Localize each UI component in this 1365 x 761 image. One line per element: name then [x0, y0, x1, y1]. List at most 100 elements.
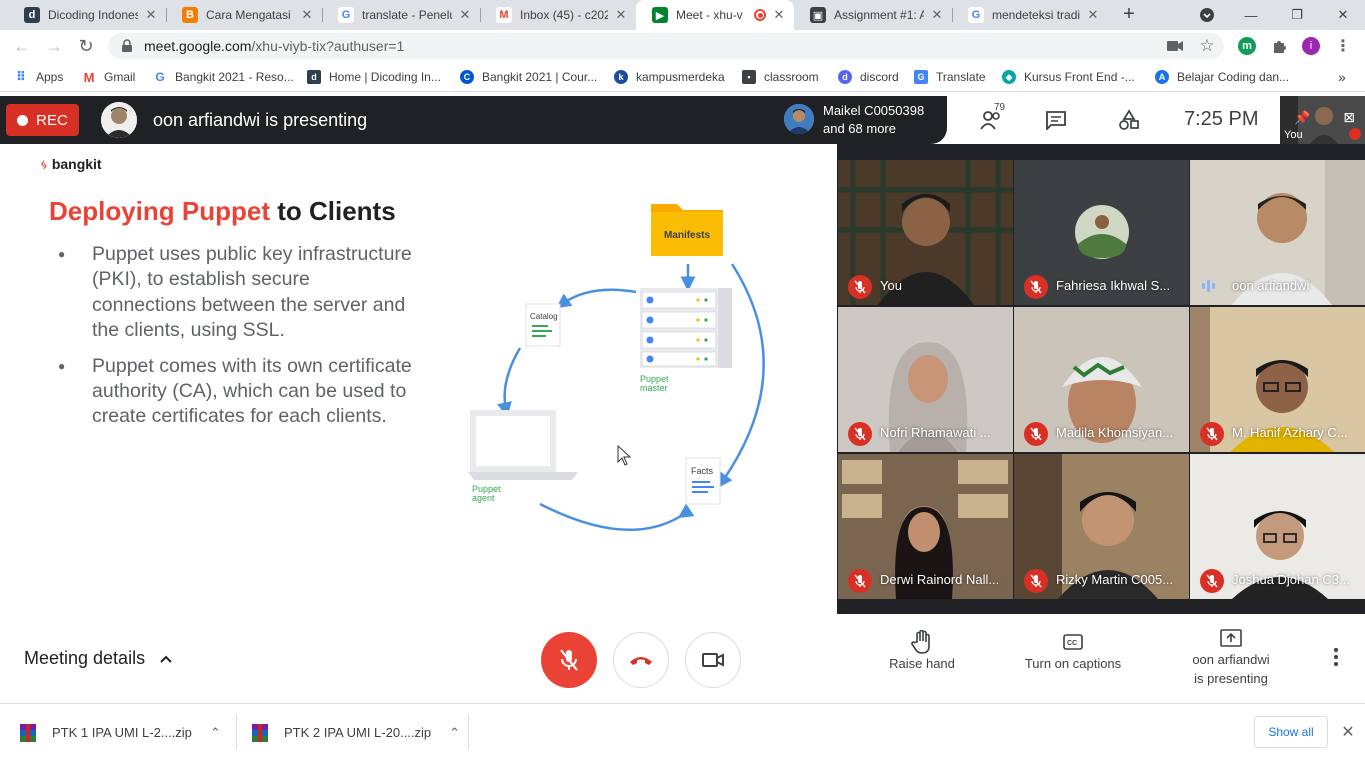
participant-tile[interactable]: oon arfiandwi: [1190, 160, 1365, 305]
arrow-master-to-catalog: [555, 288, 637, 309]
chat-button[interactable]: [1043, 108, 1069, 132]
presentation-button[interactable]: oon arfiandwi is presenting: [1180, 624, 1282, 686]
bookmark-bangkit-resources[interactable]: G Bangkit 2021 - Reso...: [153, 68, 293, 86]
participant-tile[interactable]: Derwi Rainord Nall...: [838, 454, 1013, 599]
leave-call-button[interactable]: [613, 632, 669, 688]
agent-label-2: agent: [472, 493, 495, 503]
microphone-toggle-button[interactable]: [541, 632, 597, 688]
participants-chip[interactable]: Maikel C0050398 and 68 more: [776, 96, 947, 144]
participant-name: M. Hanif Azhary C...: [1232, 425, 1348, 440]
captions-button[interactable]: CC Turn on captions: [1016, 628, 1130, 671]
browser-tab[interactable]: ▣ Assignment #1: A ✕: [794, 0, 952, 30]
puppet-agent-laptop-icon: Puppet agent: [468, 410, 578, 503]
master-label-2: master: [640, 383, 668, 393]
apps-grid-icon: ⠿: [15, 69, 27, 84]
bookmark-coding-course[interactable]: A Belajar Coding dan...: [1155, 68, 1289, 86]
hide-self-icon[interactable]: ⊠: [1343, 109, 1355, 126]
new-tab-button[interactable]: +: [1118, 0, 1140, 30]
close-tab-icon[interactable]: ✕: [930, 7, 944, 23]
chevron-up-icon[interactable]: ⌃: [449, 725, 460, 741]
participant-tile[interactable]: Rizky Martin C005...: [1014, 454, 1189, 599]
self-view-thumbnail[interactable]: You 📌 ⊠: [1280, 96, 1365, 144]
bookmark-frontend-course[interactable]: ◆ Kursus Front End -...: [1002, 68, 1135, 86]
mic-off-icon: [848, 275, 872, 299]
pin-icon[interactable]: 📌: [1294, 110, 1310, 126]
bookmark-dicoding[interactable]: d Home | Dicoding In...: [307, 68, 441, 86]
participant-grid: You Fahriesa Ikhwal S... oon arfiandwi N…: [838, 160, 1365, 600]
svg-text:CC: CC: [1067, 640, 1077, 647]
bookmark-star-icon[interactable]: ☆: [1198, 36, 1216, 55]
meeting-details-button[interactable]: Meeting details: [24, 648, 173, 669]
bookmark-classroom[interactable]: ▪ classroom: [742, 68, 819, 86]
participant-tile[interactable]: Nofri Rhamawati ...: [838, 307, 1013, 452]
address-bar[interactable]: meet.google.com/xhu-viyb-tix?authuser=1: [108, 33, 1224, 59]
participant-tile[interactable]: Fahriesa Ikhwal S...: [1014, 160, 1189, 305]
show-all-downloads-button[interactable]: Show all: [1254, 716, 1328, 748]
browser-tab[interactable]: B Cara Mengatasi M ✕: [166, 0, 322, 30]
restore-button[interactable]: ❐: [1274, 0, 1320, 30]
meeting-details-label: Meeting details: [24, 648, 146, 668]
bookmark-label: kampusmerdeka: [636, 70, 725, 84]
extension-m-icon[interactable]: m: [1238, 37, 1256, 55]
participants-summary-line1: Maikel C0050398: [823, 103, 925, 118]
browser-tab[interactable]: d Dicoding Indonesia ✕: [8, 0, 166, 30]
chevron-up-icon[interactable]: ⌃: [210, 725, 221, 741]
raise-hand-button[interactable]: Raise hand: [880, 628, 964, 671]
bookmark-gmail[interactable]: M Gmail: [82, 68, 136, 86]
slide-bullet: Puppet uses public key infrastructure (P…: [58, 242, 418, 344]
camera-toggle-button[interactable]: [685, 632, 741, 688]
browser-tab-active[interactable]: ▶ Meet - xhu-v ✕: [636, 0, 794, 30]
arrow-agent-to-facts: [539, 502, 695, 532]
browser-tab[interactable]: M Inbox (45) - c2021 ✕: [480, 0, 636, 30]
camera-in-use-icon[interactable]: [1166, 37, 1184, 55]
chrome-menu-icon[interactable]: ⋮: [1334, 37, 1352, 55]
bookmark-translate[interactable]: G Translate: [914, 68, 986, 86]
close-tab-icon[interactable]: ✕: [772, 7, 786, 23]
participant-tile[interactable]: You: [838, 160, 1013, 305]
back-button[interactable]: ←: [10, 34, 34, 58]
url-path: /xhu-viyb-tix?authuser=1: [251, 38, 405, 54]
google-icon: G: [155, 70, 165, 84]
participant-name: Joshua Djohan C3...: [1232, 572, 1350, 587]
browser-tab[interactable]: G translate - Penelu ✕: [322, 0, 480, 30]
download-item[interactable]: PTK 1 IPA UMI L-2....zip ⌃: [20, 704, 221, 761]
bookmark-discord[interactable]: d discord: [838, 68, 899, 86]
tab-title: translate - Penelu: [362, 8, 452, 22]
mic-off-icon: [1024, 569, 1048, 593]
reload-button[interactable]: ↻: [74, 34, 98, 58]
close-icon[interactable]: ✕: [1338, 722, 1358, 742]
manifests-label: Manifests: [664, 230, 711, 241]
bangkit-mark-icon: ᛃ: [40, 156, 48, 172]
catalog-label: Catalog: [530, 312, 558, 321]
close-tab-icon[interactable]: ✕: [614, 7, 628, 23]
bookmark-kampusmerdeka[interactable]: k kampusmerdeka: [614, 68, 725, 86]
classroom-icon: ▪: [742, 70, 756, 84]
participant-tile[interactable]: Madila Khomsiyan...: [1014, 307, 1189, 452]
people-button[interactable]: 79: [972, 102, 1012, 132]
close-tab-icon[interactable]: ✕: [458, 7, 472, 23]
tab-search-button[interactable]: [1184, 0, 1230, 30]
extensions-puzzle-icon[interactable]: [1270, 37, 1288, 55]
profile-avatar[interactable]: i: [1302, 37, 1320, 55]
forward-button[interactable]: →: [42, 34, 66, 58]
download-item[interactable]: PTK 2 IPA UMI L-20....zip ⌃: [252, 704, 460, 761]
gmail-icon: M: [83, 69, 95, 85]
close-tab-icon[interactable]: ✕: [1086, 7, 1100, 23]
recording-badge[interactable]: REC: [6, 104, 79, 136]
minimize-button[interactable]: —: [1228, 0, 1274, 30]
close-window-button[interactable]: ✕: [1320, 0, 1365, 30]
bookmark-apps[interactable]: ⠿ Apps: [14, 68, 63, 86]
participant-tile[interactable]: Joshua Djohan C3...: [1190, 454, 1365, 599]
activities-button[interactable]: [1116, 108, 1142, 132]
bookmark-label: discord: [860, 70, 899, 84]
meeting-controls-bar: Meeting details Raise hand CC Turn on ca…: [0, 614, 1365, 704]
participant-tile[interactable]: M. Hanif Azhary C...: [1190, 307, 1365, 452]
close-tab-icon[interactable]: ✕: [144, 7, 158, 23]
browser-tab[interactable]: G mendeteksi tradin ✕: [952, 0, 1108, 30]
participant-name: Fahriesa Ikhwal S...: [1056, 278, 1171, 293]
more-options-icon[interactable]: [1326, 642, 1346, 672]
bookmarks-overflow-icon[interactable]: »: [1338, 68, 1346, 86]
winrar-archive-icon: [252, 723, 268, 742]
close-tab-icon[interactable]: ✕: [300, 7, 314, 23]
bookmark-coursera[interactable]: C Bangkit 2021 | Cour...: [460, 68, 597, 86]
